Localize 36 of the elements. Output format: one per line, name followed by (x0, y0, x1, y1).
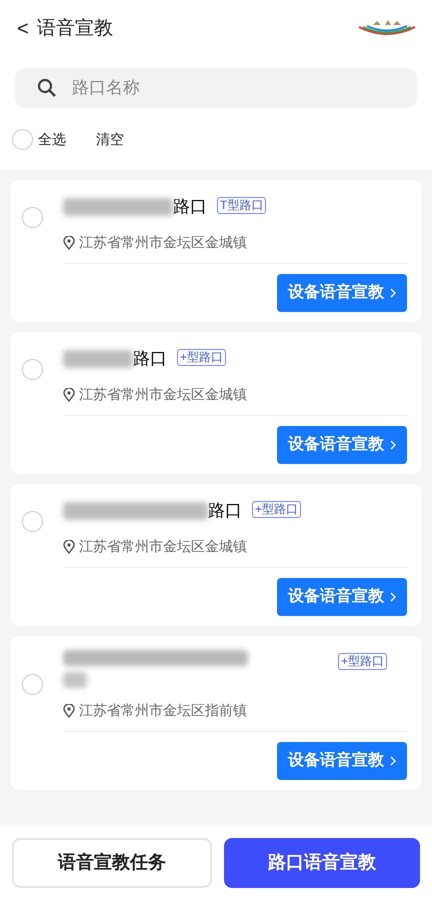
intersection-type-tag: T型路口 (217, 197, 266, 214)
intersection-address: 江苏省常州市金坛区金城镇 (79, 537, 247, 556)
intersection-type-tag: +型路口 (177, 349, 226, 366)
search-field[interactable]: 路口名称 (15, 68, 417, 108)
device-voice-button[interactable]: 设备语音宣教 (277, 742, 407, 780)
search-icon (37, 78, 57, 98)
intersection-name: 路口 (208, 500, 242, 522)
device-voice-button[interactable]: 设备语音宣教 (277, 274, 407, 312)
radio-button[interactable] (22, 511, 43, 532)
chevron-right-icon (390, 288, 396, 298)
location-pin-icon (63, 236, 75, 250)
radio-button[interactable] (22, 359, 43, 380)
intersection-type-tag: +型路口 (252, 501, 302, 518)
device-voice-button[interactable]: 设备语音宣教 (277, 426, 407, 464)
chevron-right-icon (390, 440, 396, 450)
device-voice-button[interactable]: 设备语音宣教 (277, 578, 407, 616)
chevron-right-icon (390, 756, 396, 766)
select-all-label[interactable]: 全选 (38, 128, 66, 150)
location-pin-icon (63, 704, 75, 718)
intersection-name: 路口 (173, 196, 207, 218)
back-button[interactable]: < (15, 14, 31, 44)
location-pin-icon (63, 540, 75, 554)
intersection-type-tag: +型路口 (338, 653, 388, 670)
radio-button[interactable] (22, 207, 43, 228)
radio-button[interactable] (12, 128, 33, 150)
location-pin-icon (63, 388, 75, 402)
voice-task-button[interactable]: 语音宣教任务 (12, 838, 212, 888)
intersection-address: 江苏省常州市金坛区指前镇 (79, 701, 247, 720)
radio-button[interactable] (22, 674, 43, 695)
intersection-name: 路口 (133, 348, 167, 370)
intersection-voice-button[interactable]: 路口语音宣教 (224, 838, 420, 888)
clear-button[interactable]: 清空 (96, 128, 124, 150)
intersection-address: 江苏省常州市金坛区金城镇 (79, 233, 247, 252)
intersection-address: 江苏省常州市金坛区金城镇 (79, 385, 247, 404)
chevron-right-icon (390, 592, 396, 602)
page-title: 语音宣教 (37, 16, 113, 41)
